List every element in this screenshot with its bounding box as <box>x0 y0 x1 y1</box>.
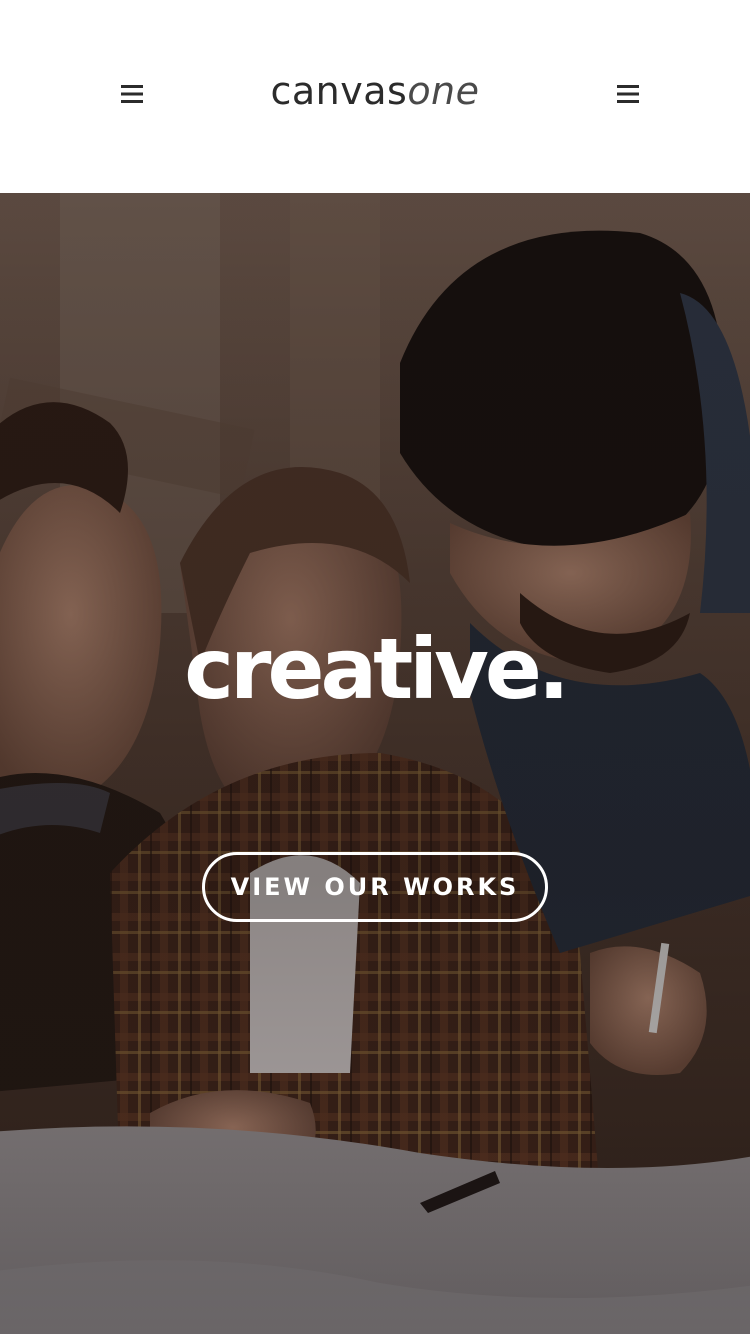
site-header: canvasone <box>0 0 750 193</box>
menu-icon <box>617 85 639 103</box>
hero-overlay <box>0 193 750 1334</box>
page: canvasone creative. VIEW OUR WORKS <box>0 0 750 1334</box>
logo-primary: canvas <box>270 69 408 113</box>
hero-section: creative. VIEW OUR WORKS <box>0 193 750 1334</box>
right-menu-button[interactable] <box>614 80 642 108</box>
hero-headline: creative. <box>184 620 569 718</box>
logo-secondary: one <box>407 69 480 113</box>
view-our-works-button[interactable]: VIEW OUR WORKS <box>202 852 548 922</box>
